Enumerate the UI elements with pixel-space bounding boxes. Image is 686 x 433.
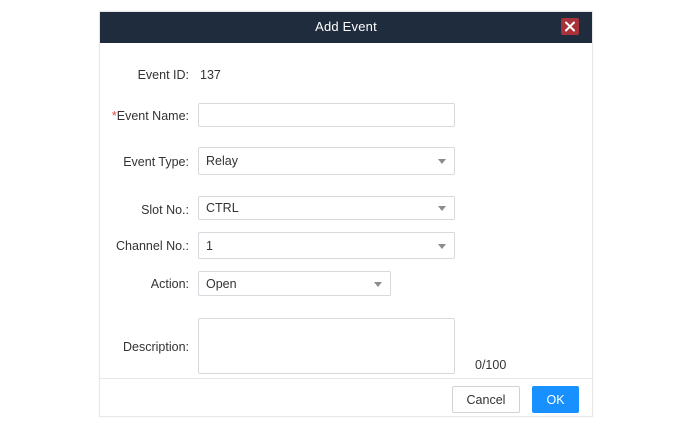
- chevron-down-icon: [374, 281, 382, 287]
- event-name-field[interactable]: [198, 103, 455, 127]
- action-label: Action:: [150, 277, 189, 291]
- slot-no-label: Slot No.:: [141, 203, 189, 217]
- close-icon: [565, 21, 575, 32]
- dialog-titlebar: Add Event: [100, 12, 592, 43]
- slot-no-select[interactable]: CTRL: [198, 196, 455, 220]
- cancel-button[interactable]: Cancel: [452, 386, 520, 413]
- slot-no-value: CTRL: [206, 201, 239, 215]
- description-char-counter: 0/100: [475, 358, 507, 372]
- event-id-value: 137: [200, 68, 221, 82]
- chevron-down-icon: [438, 206, 446, 211]
- dialog-title: Add Event: [315, 19, 377, 34]
- description-label: Description:: [123, 340, 189, 354]
- event-type-select[interactable]: Relay: [198, 147, 455, 175]
- event-type-value: Relay: [206, 154, 238, 168]
- action-value: Open: [206, 276, 237, 291]
- channel-no-select[interactable]: 1: [198, 232, 455, 259]
- event-id-label: Event ID:: [137, 68, 189, 82]
- channel-no-value: 1: [206, 238, 213, 253]
- event-name-label-text: Event Name:: [116, 109, 189, 123]
- channel-no-label: Channel No.:: [116, 239, 189, 253]
- event-name-input[interactable]: [199, 104, 454, 126]
- description-textarea[interactable]: [198, 318, 455, 374]
- event-name-label: *Event Name:: [100, 107, 189, 125]
- close-button[interactable]: [561, 18, 579, 35]
- chevron-down-icon: [438, 159, 446, 164]
- ok-button[interactable]: OK: [532, 386, 579, 413]
- action-select[interactable]: Open: [198, 271, 391, 296]
- footer-divider: [100, 378, 592, 379]
- event-type-label: Event Type:: [123, 155, 189, 169]
- chevron-down-icon: [438, 243, 446, 249]
- add-event-dialog: Add Event Event ID: 137 *Event Name: Eve…: [99, 11, 593, 417]
